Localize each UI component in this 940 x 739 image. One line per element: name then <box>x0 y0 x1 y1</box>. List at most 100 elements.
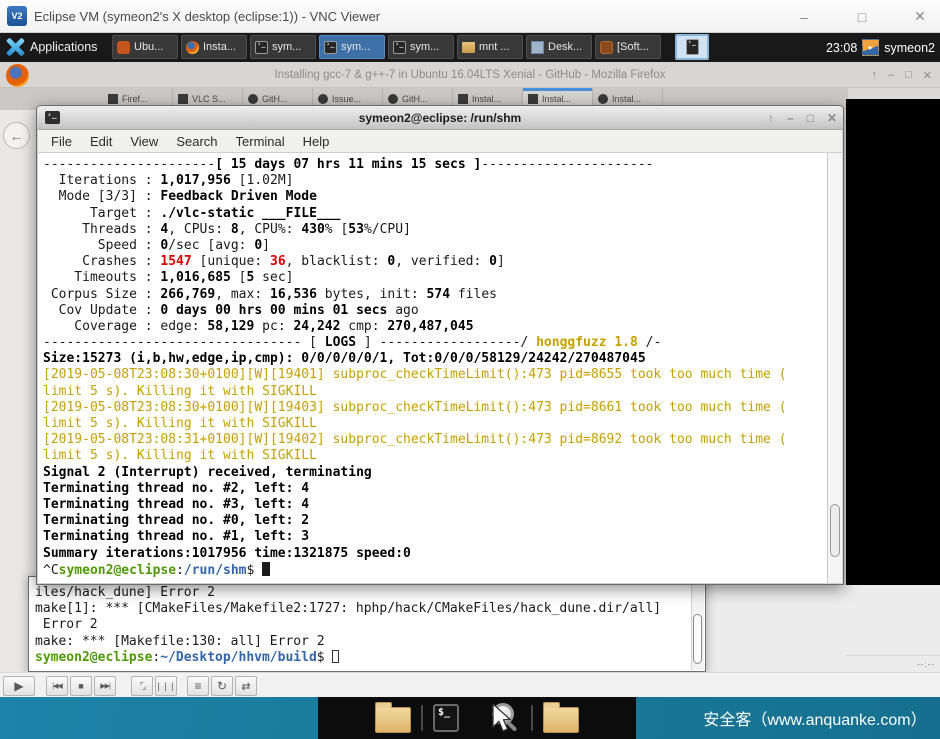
terminal-menubar: File Edit View Search Terminal Help <box>38 130 842 153</box>
terminal-main-output[interactable]: ----------------------[ 15 days 07 hrs 1… <box>38 153 827 583</box>
firefox-minimize-button[interactable]: – <box>888 69 894 81</box>
vnc-viewer-window: V2 Eclipse VM (symeon2's X desktop (ecli… <box>0 0 940 739</box>
terminal-line: Timeouts : 1,016,685 [5 sec] <box>43 270 294 286</box>
previous-button[interactable]: |◀◀ <box>46 676 68 696</box>
terminal-line: Terminating thread no. #1, left: 3 <box>43 529 310 545</box>
terminal-minimize-button[interactable]: – <box>787 111 794 125</box>
terminal-line: Crashes : 1547 [unique: 36, blacklist: 0… <box>43 254 505 270</box>
terminal-line: [2019-05-08T23:08:30+0100][W][19403] sub… <box>43 399 787 415</box>
firefox-shade-button[interactable]: ↑ <box>872 69 878 81</box>
applications-menu[interactable]: Applications <box>30 33 97 62</box>
terminal-window-title: symeon2@eclipse: /run/shm <box>358 111 522 125</box>
terminal-icon <box>393 40 406 54</box>
firefox-window-title: Installing gcc-7 & g++-7 in Ubuntu 16.04… <box>274 69 666 81</box>
ubuntu-icon <box>117 40 130 54</box>
terminal-window-build[interactable]: iles/hack_dune] Error 2 make[1]: *** [CMa… <box>28 576 706 672</box>
terminal-line: iles/hack_dune] Error 2 <box>35 585 216 600</box>
taskbar-task-button[interactable]: mnt ... <box>457 35 523 59</box>
vnc-minimize-button[interactable]: – <box>794 9 814 25</box>
fullscreen-button[interactable]: ⌜⌟ <box>131 676 153 696</box>
terminal-line: [2019-05-08T23:08:30+0100][W][19401] sub… <box>43 367 787 383</box>
terminal-line: ----------------------[ 15 days 07 hrs 1… <box>43 157 654 172</box>
taskbar-terminal-icon-button[interactable] <box>675 34 709 60</box>
task-label: mnt ... <box>479 41 510 53</box>
menu-item-edit[interactable]: Edit <box>81 130 121 153</box>
vnc-window-title: Eclipse VM (symeon2's X desktop (eclipse… <box>34 9 381 24</box>
terminal-line: make[1]: *** [CMakeFiles/Makefile2:1727:… <box>35 601 662 617</box>
taskbar-task-button[interactable]: sym... <box>388 35 454 59</box>
applications-menu-icon[interactable] <box>5 37 25 57</box>
vlc-control-bar: 100% ▶|◀◀■▶▶|⌜⌟| | |≡↻⇄ <box>0 672 940 697</box>
task-label: [Soft... <box>617 41 649 53</box>
menu-item-file[interactable]: File <box>42 130 81 153</box>
menu-item-search[interactable]: Search <box>167 130 226 153</box>
task-label: sym... <box>272 41 302 53</box>
vlc-time-label: --:-- <box>917 660 935 669</box>
terminal-line: Terminating thread no. #2, left: 4 <box>43 480 310 496</box>
task-label: Ubu... <box>134 41 164 53</box>
tab-label: Instal... <box>472 94 502 104</box>
dock-separator <box>531 705 533 731</box>
terminal-line: limit 5 s). Killing it with SIGKILL <box>43 448 317 464</box>
taskbar-task-button[interactable]: Desk... <box>526 35 592 59</box>
equalizer-button[interactable]: | | | <box>155 676 177 696</box>
terminal-line: limit 5 s). Killing it with SIGKILL <box>43 416 317 431</box>
terminal-line: symeon2@eclipse:~/Desktop/hhvm/build$ <box>35 649 689 666</box>
terminal-line: Corpus Size : 266,769, max: 16,536 bytes… <box>43 286 497 302</box>
loop-button[interactable]: ↻ <box>211 676 233 696</box>
firefox-back-button[interactable]: ← <box>3 122 30 149</box>
taskbar-task-button[interactable]: sym... <box>250 35 316 59</box>
tab-label: Issue... <box>332 94 362 104</box>
menu-item-view[interactable]: View <box>121 130 167 153</box>
taskbar-task-button[interactable]: sym... <box>319 35 385 59</box>
vnc-logo-icon: V2 <box>7 6 27 26</box>
play-button[interactable]: ▶ <box>3 676 35 696</box>
username-label: symeon2 <box>884 40 935 55</box>
dock-folder-icon[interactable] <box>543 702 579 733</box>
dock-folder-icon[interactable] <box>375 702 411 733</box>
mouse-cursor <box>492 704 512 732</box>
taskbar-task-button[interactable]: Ubu... <box>112 35 178 59</box>
firefox-close-button[interactable]: ✕ <box>923 69 932 82</box>
scrollbar[interactable] <box>827 153 842 583</box>
taskbar-task-button[interactable]: Insta... <box>181 35 247 59</box>
terminal-shade-button[interactable]: ↑ <box>768 111 774 125</box>
playlist-button[interactable]: ≡ <box>187 676 209 696</box>
vlc-seekbar-strip: --:-- <box>845 655 940 672</box>
page-tab-icon <box>178 94 188 104</box>
vnc-maximize-button[interactable]: □ <box>852 9 872 25</box>
firefox-maximize-button[interactable]: □ <box>905 69 912 81</box>
vlc-video-area <box>846 99 940 656</box>
terminal-line: Cov Update : 0 days 00 hrs 00 mins 01 se… <box>43 302 419 318</box>
taskbar-task-button[interactable]: [Soft... <box>595 35 661 59</box>
taskbar-tray: 23:08 ▸ symeon2 <box>826 33 935 62</box>
shuffle-button[interactable]: ⇄ <box>235 676 257 696</box>
terminal-titlebar[interactable]: symeon2@eclipse: /run/shm ↑ – □ ✕ <box>37 106 843 130</box>
tab-label: VLC S... <box>192 94 226 104</box>
page-tab-icon <box>108 94 118 104</box>
folder-icon <box>462 42 475 53</box>
dock-terminal-icon[interactable] <box>433 704 459 732</box>
scrollbar[interactable] <box>691 578 704 670</box>
tab-label: GitH... <box>402 94 428 104</box>
scrollbar-thumb[interactable] <box>693 614 702 664</box>
terminal-icon <box>685 38 699 55</box>
menu-item-terminal[interactable]: Terminal <box>227 130 294 153</box>
tab-label: Instal... <box>612 94 642 104</box>
next-button[interactable]: ▶▶| <box>94 676 116 696</box>
github-tab-icon <box>318 94 328 104</box>
terminal-maximize-button[interactable]: □ <box>807 111 814 125</box>
terminal-close-button[interactable]: ✕ <box>827 111 837 125</box>
terminal-cursor-inactive <box>332 649 340 663</box>
software-icon <box>600 40 613 54</box>
watermark-banner: 安全客（www.anquanke.com） <box>703 712 927 729</box>
menu-item-help[interactable]: Help <box>294 130 339 153</box>
stop-button[interactable]: ■ <box>70 676 92 696</box>
user-tray-icon[interactable]: ▸ <box>862 39 880 56</box>
vnc-close-button[interactable]: ✕ <box>910 8 930 25</box>
scrollbar-thumb[interactable] <box>830 504 840 557</box>
tab-label: GitH... <box>262 94 288 104</box>
github-tab-icon <box>388 94 398 104</box>
terminal-window-fuzzer[interactable]: symeon2@eclipse: /run/shm ↑ – □ ✕ FileEd… <box>36 105 844 585</box>
terminal-line: Coverage : edge: 58,129 pc: 24,242 cmp: … <box>43 318 474 334</box>
